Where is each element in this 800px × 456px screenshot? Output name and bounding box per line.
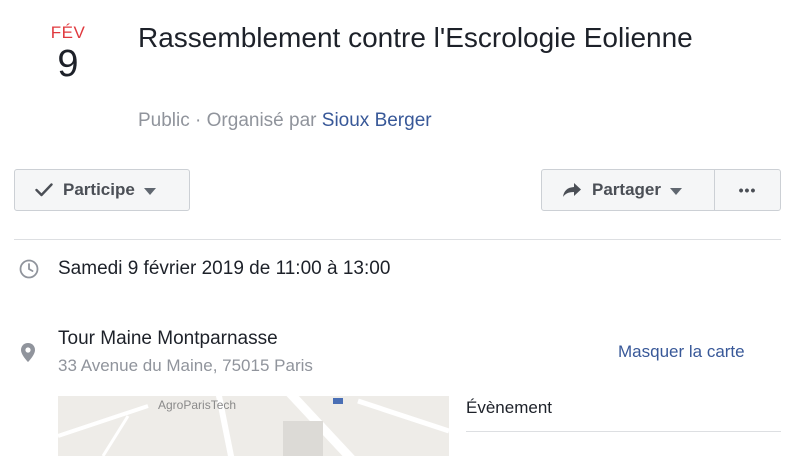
meta-separator: · <box>189 110 207 131</box>
map-place-label: AgroParisTech <box>158 398 237 412</box>
organizer-link[interactable]: Sioux Berger <box>322 110 432 131</box>
going-button-label: Participe <box>63 180 135 199</box>
event-month: FÉV <box>50 23 86 42</box>
map-roads <box>58 396 449 456</box>
event-type-label: Évènement <box>466 398 552 417</box>
location-address: 33 Avenue du Maine, 75015 Paris <box>58 356 313 375</box>
chevron-down-icon <box>669 187 682 195</box>
map[interactable]: AgroParisTech <box>58 396 449 456</box>
check-icon <box>35 183 53 197</box>
ellipsis-icon: ••• <box>738 182 757 198</box>
going-button[interactable]: Participe <box>14 169 190 211</box>
share-button-label: Partager <box>592 180 661 199</box>
event-time-row: Samedi 9 février 2019 de 11:00 à 13:00 <box>18 258 390 280</box>
location-name[interactable]: Tour Maine Montparnasse <box>58 328 278 350</box>
more-options-button[interactable]: ••• <box>714 169 781 211</box>
chevron-down-icon <box>143 187 156 195</box>
share-button[interactable]: Partager <box>541 169 715 211</box>
divider <box>14 239 781 240</box>
divider <box>466 431 781 432</box>
event-meta: Public · Organisé par Sioux Berger <box>138 110 432 132</box>
event-date: FÉV 9 <box>40 22 96 84</box>
event-day: 9 <box>57 43 79 85</box>
share-arrow-icon <box>563 183 581 197</box>
organized-by-label: Organisé par <box>206 110 317 131</box>
clock-icon <box>19 259 39 279</box>
event-datetime: Samedi 9 février 2019 de 11:00 à 13:00 <box>58 258 391 279</box>
hide-map-link[interactable]: Masquer la carte <box>618 342 745 362</box>
privacy-label: Public <box>138 110 190 131</box>
location-pin-icon <box>21 343 35 362</box>
event-title: Rassemblement contre l'Escrologie Eolien… <box>138 22 693 53</box>
